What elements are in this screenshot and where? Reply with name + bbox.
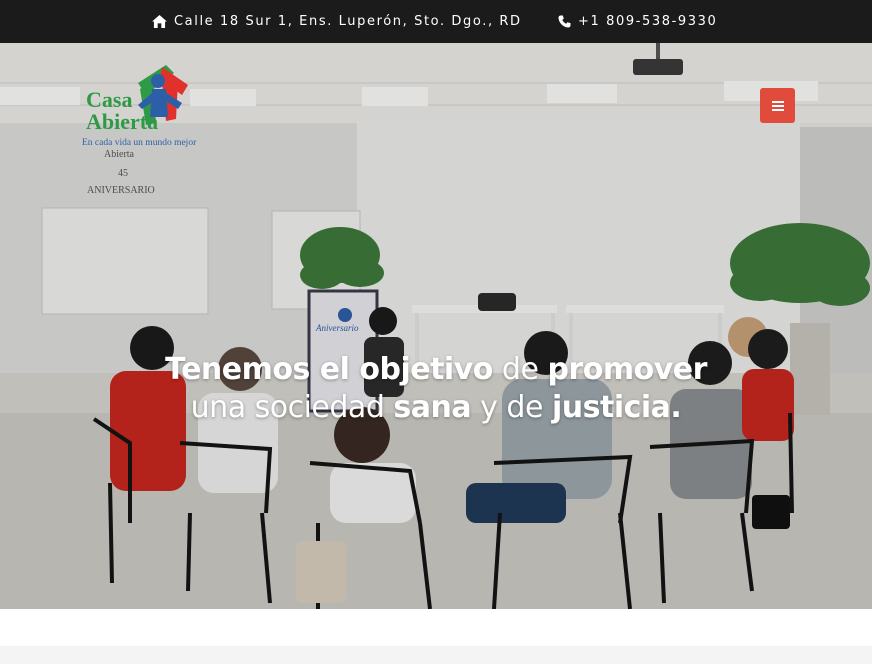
headline-part: de: [492, 352, 548, 387]
hero-headline-line2: una sociedad sana y de justicia.: [0, 389, 872, 427]
home-icon: [152, 15, 167, 28]
hero-headline: Tenemos el objetivo de promover una soci…: [0, 351, 872, 427]
headline-part: Tenemos el objetivo: [165, 352, 493, 387]
phone-text[interactable]: +1 809-538-9330: [578, 14, 717, 29]
hero-headline-line1: Tenemos el objetivo de promover: [0, 351, 872, 389]
address-text: Calle 18 Sur 1, Ens. Luperón, Sto. Dgo.,…: [174, 14, 522, 29]
site-logo[interactable]: Casa Abierta En cada vida un mundo mejor: [82, 59, 197, 155]
section-divider: [0, 646, 872, 664]
headline-part: una sociedad: [190, 390, 394, 425]
headline-part: promover: [547, 352, 707, 387]
headline-part: sana: [393, 390, 472, 425]
logo-word-casa: Casa: [86, 87, 133, 112]
headline-part: y de: [471, 390, 552, 425]
next-section: [0, 609, 872, 664]
address-item: Calle 18 Sur 1, Ens. Luperón, Sto. Dgo.,…: [152, 0, 522, 43]
headline-part: justicia.: [551, 390, 682, 425]
phone-item[interactable]: +1 809-538-9330: [558, 0, 717, 43]
top-contact-bar: Calle 18 Sur 1, Ens. Luperón, Sto. Dgo.,…: [0, 0, 872, 43]
logo-word-abierta: Abierta: [86, 109, 159, 134]
hero-section: Abierta 45 ANIVERSARIO Aniversario Casa …: [0, 43, 872, 609]
menu-toggle-button[interactable]: [760, 88, 795, 123]
phone-icon: [558, 15, 571, 28]
hamburger-menu-icon: [771, 100, 784, 111]
logo-tagline: En cada vida un mundo mejor: [82, 138, 197, 148]
